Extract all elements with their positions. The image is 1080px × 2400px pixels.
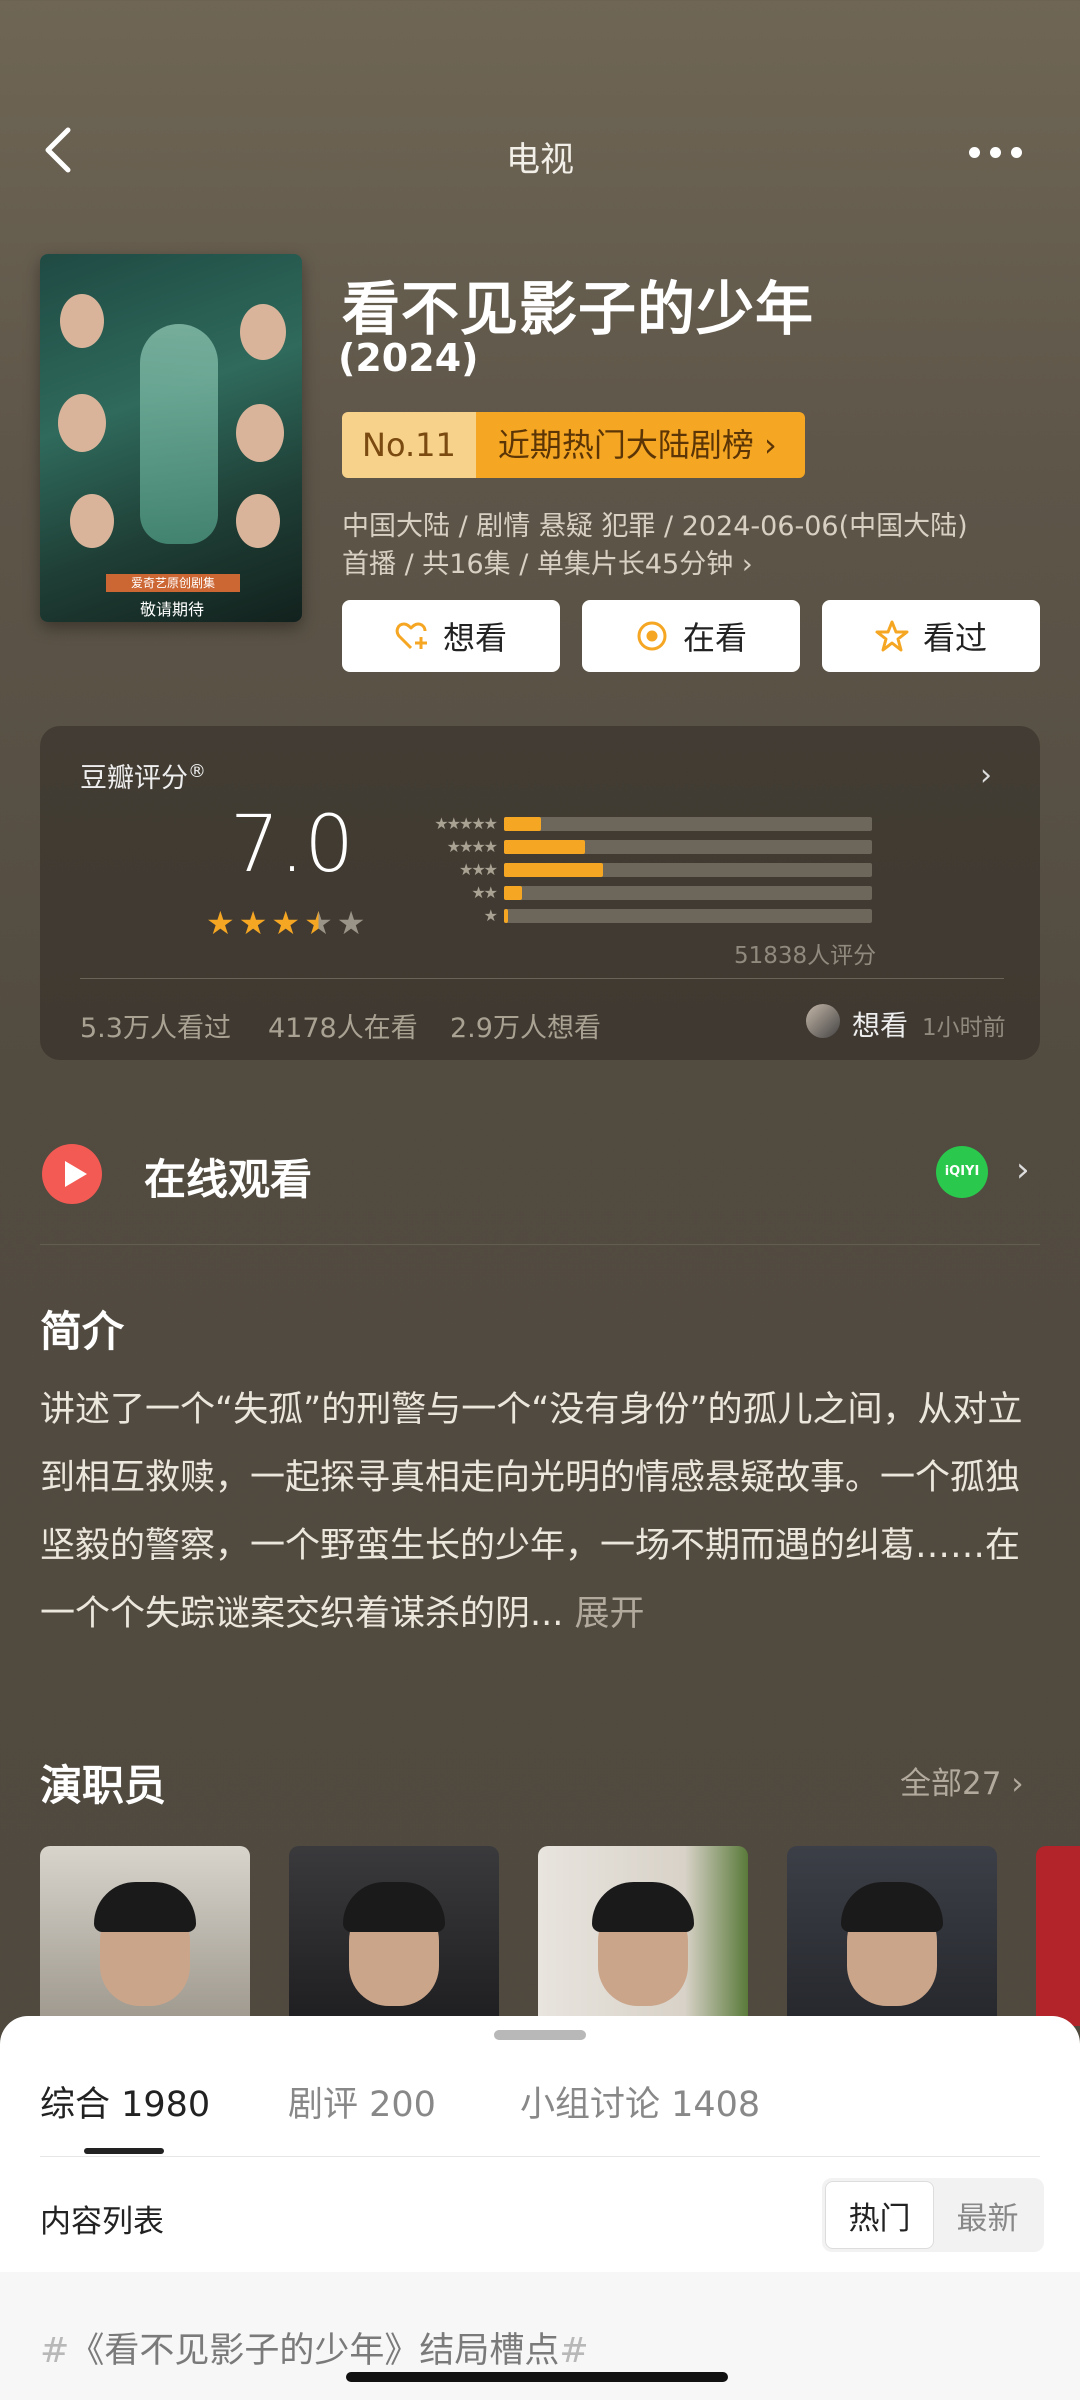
distribution-bar — [504, 862, 604, 877]
more-dot — [1010, 146, 1022, 158]
heart-plus-icon — [395, 622, 427, 650]
rating-title: 豆瓣评分® — [80, 756, 206, 795]
online-watch-title[interactable]: 在线观看 — [144, 1146, 312, 1207]
show-year: (2024) — [338, 336, 479, 380]
divider — [40, 2156, 1040, 2157]
play-icon[interactable] — [42, 1144, 102, 1204]
poster-image[interactable]: 爱奇艺原创剧集 敬请期待 — [40, 254, 302, 622]
poster-badge: 爱奇艺原创剧集 — [106, 574, 240, 592]
distribution-row: ★★★★★ — [400, 812, 880, 835]
distribution-track — [504, 839, 872, 854]
want-to-watch-label: 想看 — [442, 619, 507, 657]
more-dot — [968, 146, 980, 158]
sort-latest-button[interactable]: 最新 — [934, 2181, 1041, 2249]
chevron-right-icon[interactable]: › — [1016, 1150, 1030, 1190]
chevron-right-icon[interactable]: › — [980, 758, 992, 793]
distribution-star-label: ★★★★ — [446, 837, 498, 856]
distribution-bar — [504, 839, 585, 854]
friend-time: 1小时前 — [922, 1015, 1006, 1041]
poster-caption: 敬请期待 — [139, 600, 204, 619]
star-icon: ★ — [271, 904, 301, 942]
sort-hot-button[interactable]: 热门 — [825, 2181, 934, 2249]
rank-label: 近期热门大陆剧榜 › — [475, 412, 805, 478]
star-icon: ★ — [304, 904, 333, 942]
meta-info-line1[interactable]: 中国大陆 / 剧情 悬疑 犯罪 / 2024-06-06(中国大陆) — [342, 504, 968, 543]
hash-mark: # — [40, 2331, 70, 2371]
rating-title-text: 豆瓣评分 — [80, 763, 188, 794]
distribution-track — [504, 885, 872, 900]
topic-item[interactable]: #《看不见影子的少年》结局槽点# — [40, 2322, 589, 2373]
drag-handle[interactable] — [494, 2030, 586, 2040]
tab-reviews[interactable]: 剧评 200 — [288, 2076, 436, 2127]
avatar[interactable] — [806, 1004, 840, 1038]
rating-stars: ★ ★ ★ ★ ★ — [206, 906, 365, 940]
watched-label: 看过 — [922, 619, 987, 657]
cast-photo[interactable] — [538, 1846, 748, 2026]
more-button[interactable] — [960, 132, 1030, 172]
tab-group-discussion[interactable]: 小组讨论 1408 — [520, 2076, 760, 2127]
cast-photo[interactable] — [787, 1846, 997, 2026]
rating-distribution: ★★★★★ ★★★★ ★★★ ★★ ★ — [400, 812, 880, 927]
distribution-track — [504, 862, 872, 877]
meta-info-line2[interactable]: 首播 / 共16集 / 单集片长45分钟 › — [342, 542, 753, 581]
cast-heading: 演职员 — [40, 1761, 167, 1810]
rating-count: 51838人评分 — [734, 943, 877, 969]
cast-photo[interactable] — [289, 1846, 499, 2026]
friend-action: 想看 — [852, 1009, 909, 1042]
tab-overall[interactable]: 综合 1980 — [40, 2076, 210, 2127]
intro-heading: 简介 — [40, 1307, 125, 1356]
star-outline-icon — [875, 620, 909, 652]
rank-number: No.11 — [342, 412, 476, 478]
cast-all-link[interactable]: 全部27 › — [900, 1758, 1024, 1803]
distribution-star-label: ★ — [483, 906, 498, 925]
expand-link[interactable]: 展开 — [563, 1594, 645, 1634]
target-circle-icon — [637, 621, 667, 651]
hash-mark: # — [559, 2331, 589, 2371]
home-indicator[interactable] — [346, 2372, 728, 2382]
star-icon: ★ — [336, 904, 366, 942]
want-to-watch-button[interactable]: 想看 — [342, 600, 560, 672]
distribution-star-label: ★★★★★ — [434, 814, 498, 833]
iqiyi-logo-icon[interactable]: iQIYI — [936, 1146, 988, 1198]
distribution-row: ★★ — [400, 881, 880, 904]
rank-tag[interactable]: No.11 近期热门大陆剧榜 › — [342, 412, 805, 478]
registered-mark: ® — [188, 761, 206, 782]
sort-toggle[interactable]: 热门 最新 — [822, 2178, 1044, 2252]
topic-text: 《看不见影子的少年》结局槽点 — [69, 2331, 560, 2371]
distribution-star-label: ★★★ — [458, 860, 498, 879]
distribution-track — [504, 908, 872, 923]
watched-button[interactable]: 看过 — [822, 600, 1040, 672]
more-dot — [989, 146, 1001, 158]
distribution-bar — [504, 816, 541, 831]
distribution-track — [504, 816, 872, 831]
star-icon: ★ — [206, 904, 235, 942]
stat-watched[interactable]: 5.3万人看过 — [80, 1006, 231, 1045]
tab-indicator — [84, 2148, 164, 2154]
show-title: 看不见影子的少年 — [342, 275, 815, 343]
cast-photo[interactable] — [1036, 1846, 1080, 2026]
watching-button[interactable]: 在看 — [582, 600, 800, 672]
watching-label: 在看 — [682, 619, 747, 657]
cast-photo[interactable] — [40, 1846, 250, 2026]
stat-want[interactable]: 2.9万人想看 — [450, 1006, 601, 1045]
nav-title: 电视 — [506, 140, 574, 180]
star-icon: ★ — [238, 904, 268, 942]
distribution-row: ★ — [400, 904, 880, 927]
intro-body[interactable]: 讲述了一个“失孤”的刑警与一个“没有身份”的孤儿之间，从对立到相互救赎，一起探寻… — [40, 1376, 1050, 1648]
distribution-bar — [504, 885, 523, 900]
distribution-row: ★★★★ — [400, 835, 880, 858]
stat-watching[interactable]: 4178人在看 — [268, 1006, 418, 1045]
rating-score: 7.0 — [230, 800, 355, 890]
distribution-star-label: ★★ — [471, 883, 498, 902]
divider — [80, 978, 1004, 979]
distribution-row: ★★★ — [400, 858, 880, 881]
divider — [40, 1244, 1040, 1245]
intro-text: 讲述了一个“失孤”的刑警与一个“没有身份”的孤儿之间，从对立到相互救赎，一起探寻… — [40, 1390, 1023, 1634]
distribution-bar — [504, 908, 508, 923]
content-list-label: 内容列表 — [40, 2204, 164, 2240]
